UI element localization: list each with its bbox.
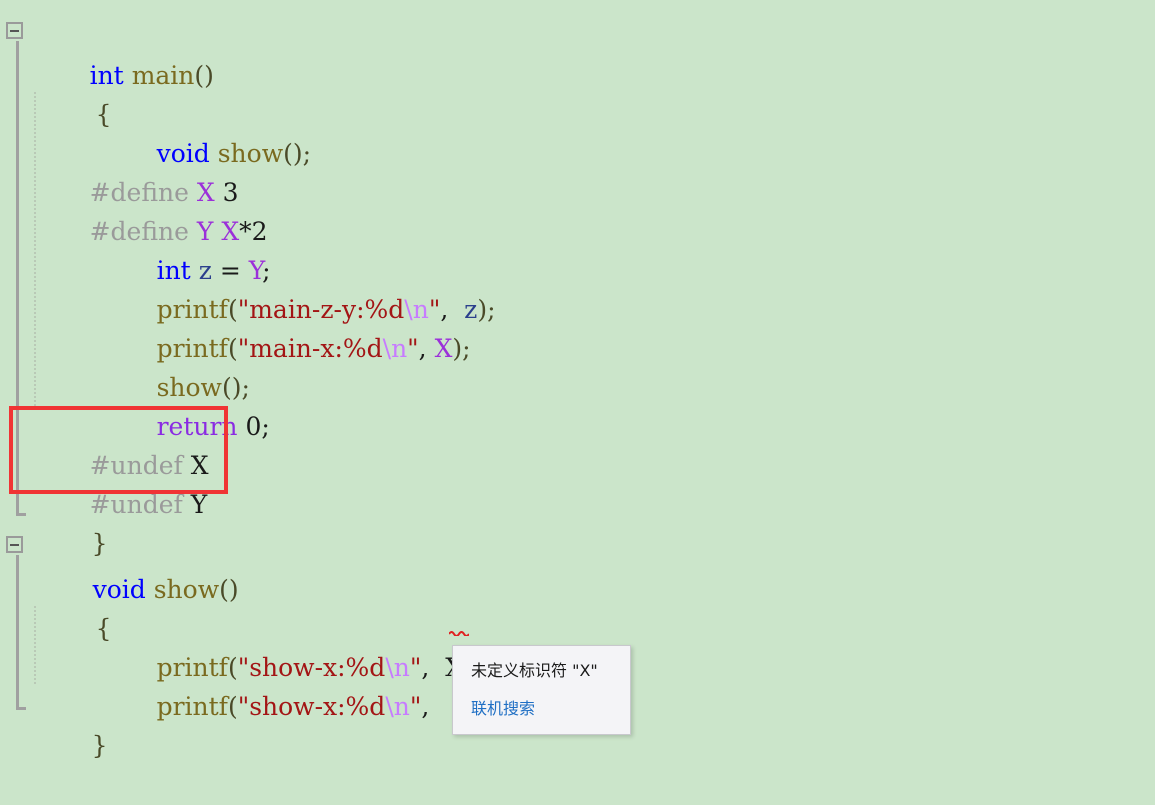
error-squiggle-underline [449,630,469,636]
code-editor-surface[interactable]: int main() { void show(); #define X 3 #d… [0,0,1155,760]
code-line-10[interactable]: return 0; [0,365,1155,441]
code-line-7[interactable]: printf("main-z-y:%d\n", z); [0,248,1155,324]
code-line-5[interactable]: #define Y X*2 [0,170,1155,246]
code-line-4[interactable]: #define X 3 [0,131,1155,207]
undef-highlight-box [9,406,228,494]
code-line-3[interactable]: void show(); [0,92,1155,168]
error-tooltip-popup[interactable]: 未定义标识符 "X" 联机搜索 [452,645,631,735]
tooltip-online-search-link[interactable]: 联机搜索 [471,698,612,720]
code-line-15[interactable]: { [0,567,1155,643]
code-line-2[interactable]: { [0,53,1155,129]
tooltip-error-message: 未定义标识符 "X" [471,661,598,680]
code-line-9[interactable]: show(); [0,326,1155,402]
code-line-16[interactable]: printf("show-x:%d\n", X); [0,606,1155,682]
code-line-8[interactable]: printf("main-x:%d\n", X); [0,287,1155,363]
code-line-14[interactable]: void show() [0,528,1155,604]
code-text-area[interactable]: int main() { void show(); #define X 3 #d… [0,0,1155,760]
code-line-6[interactable]: int z = Y; [0,209,1155,285]
token-close-brace-show: } [91,730,108,760]
code-line-1[interactable]: int main() [0,14,1155,90]
